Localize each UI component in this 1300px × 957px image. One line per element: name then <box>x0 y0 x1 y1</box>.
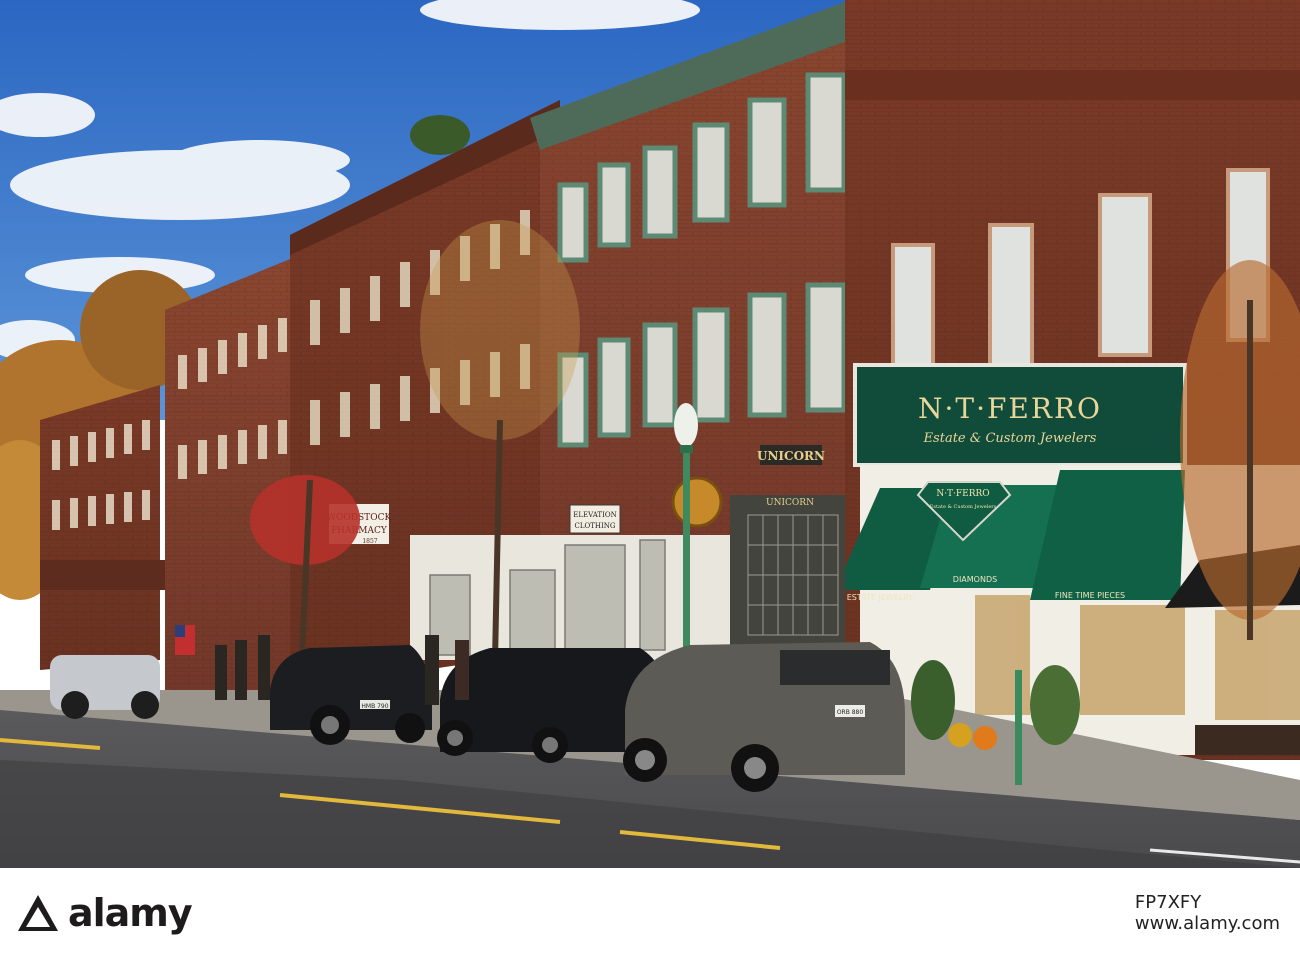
building-mid-left <box>165 255 300 690</box>
ferro-sign-name: N·T·FERRO <box>918 392 1102 425</box>
watermark-image-id: FP7XFY <box>1134 891 1202 913</box>
watermark-site: www.alamy.com <box>1134 912 1280 934</box>
ferro-sign-sub: Estate & Custom Jewelers <box>923 431 1097 446</box>
unicorn-sign-top: UNICORN <box>757 449 825 463</box>
ferro-small-name: N·T·FERRO <box>936 489 989 499</box>
watermark-info: FP7XFY www.alamy.com <box>1135 892 1280 934</box>
unicorn-sign-low: UNICORN <box>766 498 814 508</box>
unicorn-storefront <box>730 495 845 645</box>
car-far-left <box>50 655 160 719</box>
suv-black-left <box>270 645 432 745</box>
awning-left-text: ESTATE JEWELRY <box>847 593 914 602</box>
pharmacy-sign-line3: 1857 <box>362 538 377 545</box>
plate-right-suv: ORB 880 <box>837 709 864 716</box>
building-far-left <box>40 385 165 670</box>
watermark-logo: alamy <box>16 890 193 935</box>
elevation-sign-line1: ELEVATION <box>573 511 616 519</box>
parking-meter <box>1015 670 1022 785</box>
ferro-small-sub: Estate & Custom Jewelers <box>930 504 997 510</box>
gold-round-sign <box>671 476 723 528</box>
suv-gray-right <box>623 642 905 792</box>
awning-mid-text: DIAMONDS <box>953 575 997 584</box>
street-photo: N·T·FERRO Estate & Custom Jewelers ESTAT… <box>0 0 1300 957</box>
watermark-brand: alamy <box>68 890 193 935</box>
awning-right-text: FINE TIME PIECES <box>1055 591 1125 600</box>
alamy-logo-icon <box>18 894 58 931</box>
elevation-sign-line2: CLOTHING <box>575 522 616 530</box>
watermark-bar: alamy FP7XFY www.alamy.com <box>0 868 1300 957</box>
american-flag <box>175 625 195 655</box>
plate-left-suv: HMB 790 <box>361 703 388 710</box>
